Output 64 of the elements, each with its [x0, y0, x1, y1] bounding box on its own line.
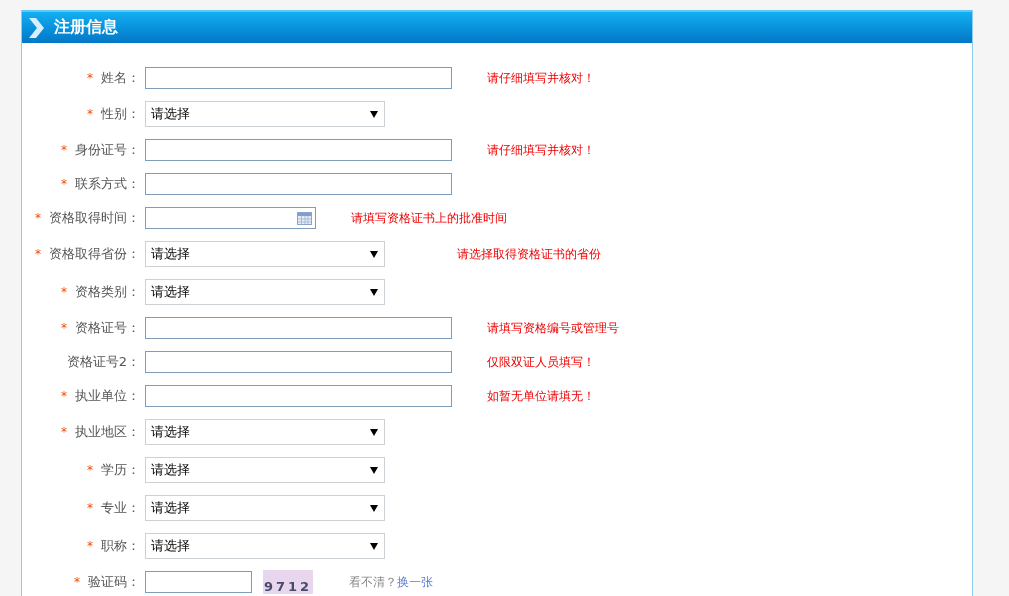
- hint-text: 请填写资格编号或管理号: [487, 319, 619, 337]
- field-label: 资格证号2：: [66, 353, 140, 371]
- dropdown-arrow-icon: [370, 110, 378, 118]
- dropdown-arrow-icon: [370, 250, 378, 258]
- required-mark: *: [87, 107, 93, 121]
- required-mark: *: [61, 321, 67, 335]
- required-mark: *: [61, 285, 67, 299]
- required-mark: *: [87, 71, 93, 85]
- input-field[interactable]: [145, 385, 452, 407]
- field-label: 专业：: [101, 499, 140, 517]
- input-field[interactable]: [145, 67, 452, 89]
- select-field[interactable]: 请选择: [145, 457, 385, 483]
- calendar-icon: [297, 211, 312, 225]
- refresh-captcha-link[interactable]: 换一张: [397, 573, 433, 591]
- input-field[interactable]: [145, 351, 452, 373]
- select-field[interactable]: 请选择: [145, 419, 385, 445]
- select-field[interactable]: 请选择: [145, 495, 385, 521]
- field-label: 资格取得时间：: [49, 209, 140, 227]
- field-label: 验证码：: [88, 573, 140, 591]
- required-mark: *: [87, 501, 93, 515]
- select-field[interactable]: 请选择: [145, 101, 385, 127]
- chevron-icon: [28, 16, 44, 39]
- field-label: 性别：: [101, 105, 140, 123]
- captcha-prompt: 看不清？: [349, 573, 397, 591]
- hint-text: 仅限双证人员填写！: [487, 353, 595, 371]
- select-field[interactable]: 请选择: [145, 241, 385, 267]
- field-label: 联系方式：: [75, 175, 140, 193]
- input-field[interactable]: [145, 317, 452, 339]
- field-label: 职称：: [101, 537, 140, 555]
- input-field[interactable]: [145, 139, 452, 161]
- field-label: 执业单位：: [75, 387, 140, 405]
- required-mark: *: [61, 425, 67, 439]
- captcha-image: 9712: [263, 570, 313, 594]
- input-field[interactable]: [145, 571, 252, 593]
- hint-text: 请选择取得资格证书的省份: [457, 245, 601, 263]
- required-mark: *: [61, 143, 67, 157]
- input-field[interactable]: [145, 173, 452, 195]
- field-label: 学历：: [101, 461, 140, 479]
- required-mark: *: [74, 575, 80, 589]
- required-mark: *: [35, 211, 41, 225]
- required-mark: *: [87, 463, 93, 477]
- dropdown-arrow-icon: [370, 542, 378, 550]
- field-label: 资格取得省份：: [49, 245, 140, 263]
- required-mark: *: [61, 389, 67, 403]
- hint-text: 请仔细填写并核对！: [487, 69, 595, 87]
- hint-text: 请仔细填写并核对！: [487, 141, 595, 159]
- field-label: 身份证号：: [75, 141, 140, 159]
- hint-text: 如暂无单位请填无！: [487, 387, 595, 405]
- required-mark: *: [87, 539, 93, 553]
- dropdown-arrow-icon: [370, 466, 378, 474]
- panel-title: 注册信息: [54, 17, 118, 38]
- required-mark: *: [61, 177, 67, 191]
- field-label: 资格证号：: [75, 319, 140, 337]
- dropdown-arrow-icon: [370, 288, 378, 296]
- date-field[interactable]: [145, 207, 316, 229]
- field-label: 执业地区：: [75, 423, 140, 441]
- select-field[interactable]: 请选择: [145, 533, 385, 559]
- field-label: 姓名：: [101, 69, 140, 87]
- field-label: 资格类别：: [75, 283, 140, 301]
- dropdown-arrow-icon: [370, 428, 378, 436]
- required-mark: *: [35, 247, 41, 261]
- hint-text: 请填写资格证书上的批准时间: [351, 209, 507, 227]
- select-field[interactable]: 请选择: [145, 279, 385, 305]
- dropdown-arrow-icon: [370, 504, 378, 512]
